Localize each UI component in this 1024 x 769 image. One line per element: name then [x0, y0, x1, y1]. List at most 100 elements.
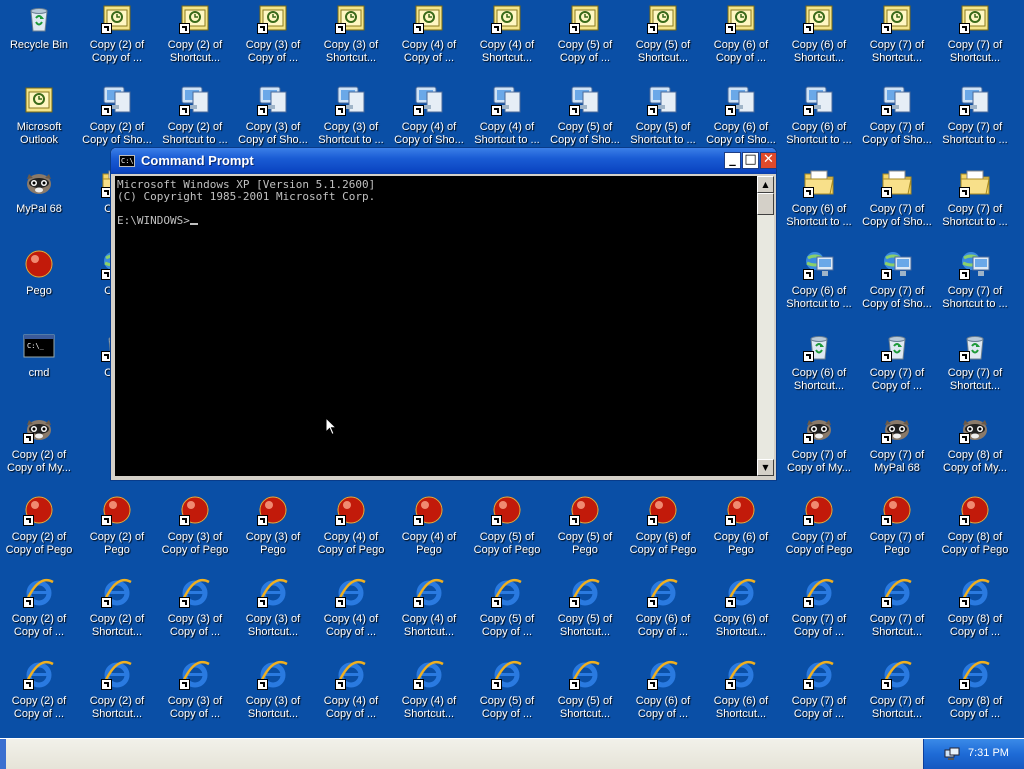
- desktop-icon-ie[interactable]: Copy (7) of Shortcut...: [858, 656, 936, 736]
- taskbar[interactable]: 7:31 PM: [0, 738, 1024, 769]
- desktop-icon-ie[interactable]: Copy (3) of Copy of ...: [156, 574, 234, 654]
- desktop-icon-ie[interactable]: Copy (2) of Copy of ...: [0, 574, 78, 654]
- desktop-icon-ie[interactable]: Copy (3) of Copy of ...: [156, 656, 234, 736]
- desktop-icon-outlook[interactable]: Copy (2) of Copy of ...: [78, 0, 156, 80]
- desktop-icon-ie[interactable]: Copy (2) of Copy of ...: [0, 656, 78, 736]
- desktop-icon-ie[interactable]: Copy (8) of Copy of ...: [936, 574, 1014, 654]
- shortcut-arrow-icon: [335, 679, 346, 690]
- console-prompt-line[interactable]: E:\WINDOWS>: [117, 215, 757, 227]
- desktop-icon-ie[interactable]: Copy (5) of Shortcut...: [546, 574, 624, 654]
- command-prompt-window[interactable]: C:\ Command Prompt _ □ ✕ Microsoft Windo…: [110, 147, 777, 481]
- desktop-icon-recycle[interactable]: Copy (7) of Shortcut...: [936, 328, 1014, 408]
- desktop-icon-ie[interactable]: Copy (6) of Copy of ...: [624, 656, 702, 736]
- desktop-icon-raccoon[interactable]: MyPal 68: [0, 164, 78, 244]
- desktop-icon-pego[interactable]: Pego: [0, 246, 78, 326]
- shortcut-arrow-icon: [959, 597, 970, 608]
- scroll-up-button[interactable]: ▲: [757, 176, 774, 193]
- desktop-icon-ie[interactable]: Copy (6) of Shortcut...: [702, 574, 780, 654]
- desktop-icon-network[interactable]: Copy (6) of Shortcut to ...: [780, 246, 858, 326]
- console-output[interactable]: Microsoft Windows XP [Version 5.1.2600] …: [115, 176, 757, 476]
- desktop-icon-ie[interactable]: Copy (3) of Shortcut...: [234, 656, 312, 736]
- desktop-icon-ie[interactable]: Copy (4) of Copy of ...: [312, 574, 390, 654]
- desktop-icon-network[interactable]: Copy (7) of Copy of Sho...: [858, 246, 936, 326]
- desktop-icon-ie[interactable]: Copy (7) of Copy of ...: [780, 574, 858, 654]
- desktop-icon-ie[interactable]: Copy (7) of Copy of ...: [780, 656, 858, 736]
- desktop-icon-recycle[interactable]: Copy (7) of Copy of ...: [858, 328, 936, 408]
- desktop-icon-ie[interactable]: Copy (8) of Copy of ...: [936, 656, 1014, 736]
- minimize-button[interactable]: _: [724, 152, 741, 169]
- desktop-icon-pego[interactable]: Copy (5) of Copy of Pego: [468, 492, 546, 572]
- desktop-icon-outlook[interactable]: Microsoft Outlook: [0, 82, 78, 162]
- desktop-icon-outlook[interactable]: Copy (6) of Shortcut...: [780, 0, 858, 80]
- desktop-icon-raccoon[interactable]: Copy (7) of MyPal 68: [858, 410, 936, 490]
- desktop-icon-network[interactable]: Copy (7) of Shortcut to ...: [936, 246, 1014, 326]
- desktop-icon-outlook[interactable]: Copy (2) of Shortcut...: [156, 0, 234, 80]
- desktop-icon-pego[interactable]: Copy (8) of Copy of Pego: [936, 492, 1014, 572]
- window-titlebar[interactable]: C:\ Command Prompt _ □ ✕: [111, 148, 777, 174]
- desktop-icon-ie[interactable]: Copy (4) of Shortcut...: [390, 574, 468, 654]
- desktop-icon-ie[interactable]: Copy (6) of Copy of ...: [624, 574, 702, 654]
- cmd-window-icon[interactable]: C:\: [119, 155, 135, 167]
- close-button[interactable]: ✕: [760, 152, 777, 169]
- ie-icon: [413, 658, 445, 690]
- desktop-icon-pego[interactable]: Copy (2) of Copy of Pego: [0, 492, 78, 572]
- desktop-icon-recycle[interactable]: Recycle Bin: [0, 0, 78, 80]
- clock[interactable]: 7:31 PM: [968, 747, 1009, 759]
- outlook-icon: [491, 2, 523, 34]
- desktop-icon-outlook[interactable]: Copy (6) of Copy of ...: [702, 0, 780, 80]
- desktop-icon-outlook[interactable]: Copy (7) of Shortcut...: [936, 0, 1014, 80]
- shortcut-arrow-icon: [491, 105, 502, 116]
- desktop-icon-folder[interactable]: Copy (6) of Shortcut to ...: [780, 164, 858, 244]
- desktop-icon-label: Copy (7) of Shortcut to ...: [942, 285, 1008, 310]
- desktop-icon-cmd[interactable]: C:\_ cmd: [0, 328, 78, 408]
- raccoon-icon: [23, 166, 55, 198]
- start-button-edge[interactable]: [0, 739, 6, 769]
- system-tray[interactable]: 7:31 PM: [923, 739, 1024, 769]
- desktop-icon-ie[interactable]: Copy (6) of Shortcut...: [702, 656, 780, 736]
- vertical-scrollbar[interactable]: ▲ ▼: [757, 176, 774, 476]
- desktop-icon-pego[interactable]: Copy (6) of Copy of Pego: [624, 492, 702, 572]
- desktop-icon-ie[interactable]: Copy (5) of Copy of ...: [468, 574, 546, 654]
- desktop-icon-ie[interactable]: Copy (2) of Shortcut...: [78, 574, 156, 654]
- desktop-icon-computer[interactable]: Copy (7) of Shortcut to ...: [936, 82, 1014, 162]
- desktop-icon-computer[interactable]: Copy (6) of Shortcut to ...: [780, 82, 858, 162]
- desktop-icon-ie[interactable]: Copy (2) of Shortcut...: [78, 656, 156, 736]
- desktop-icon-raccoon[interactable]: Copy (8) of Copy of My...: [936, 410, 1014, 490]
- desktop-icon-folder[interactable]: Copy (7) of Shortcut to ...: [936, 164, 1014, 244]
- desktop-icon-ie[interactable]: Copy (3) of Shortcut...: [234, 574, 312, 654]
- desktop-icon-recycle[interactable]: Copy (6) of Shortcut...: [780, 328, 858, 408]
- maximize-button[interactable]: □: [742, 152, 759, 169]
- desktop-icon-ie[interactable]: Copy (4) of Shortcut...: [390, 656, 468, 736]
- desktop-icon-outlook[interactable]: Copy (4) of Shortcut...: [468, 0, 546, 80]
- ie-icon: [491, 658, 523, 690]
- ie-icon: [101, 658, 133, 690]
- desktop-icon-ie[interactable]: Copy (4) of Copy of ...: [312, 656, 390, 736]
- desktop-icon-raccoon[interactable]: Copy (2) of Copy of My...: [0, 410, 78, 490]
- desktop-icon-pego[interactable]: Copy (4) of Copy of Pego: [312, 492, 390, 572]
- desktop-icon-outlook[interactable]: Copy (5) of Copy of ...: [546, 0, 624, 80]
- scroll-down-button[interactable]: ▼: [757, 459, 774, 476]
- desktop-icon-outlook[interactable]: Copy (7) of Shortcut...: [858, 0, 936, 80]
- network-tray-icon[interactable]: [944, 746, 960, 762]
- desktop-icon-pego[interactable]: Copy (4) of Pego: [390, 492, 468, 572]
- desktop-icon-ie[interactable]: Copy (5) of Copy of ...: [468, 656, 546, 736]
- desktop-icon-computer[interactable]: Copy (7) of Copy of Sho...: [858, 82, 936, 162]
- desktop-icon-pego[interactable]: Copy (3) of Pego: [234, 492, 312, 572]
- desktop-icon-raccoon[interactable]: Copy (7) of Copy of My...: [780, 410, 858, 490]
- desktop-icon-pego[interactable]: Copy (3) of Copy of Pego: [156, 492, 234, 572]
- desktop-icon-label: Copy (6) of Shortcut...: [791, 367, 847, 392]
- desktop-icon-folder[interactable]: Copy (7) of Copy of Sho...: [858, 164, 936, 244]
- desktop-icon-pego[interactable]: Copy (7) of Pego: [858, 492, 936, 572]
- desktop-icon-outlook[interactable]: Copy (3) of Shortcut...: [312, 0, 390, 80]
- scroll-thumb[interactable]: [757, 193, 774, 215]
- desktop-icon-pego[interactable]: Copy (5) of Pego: [546, 492, 624, 572]
- desktop-icon-outlook[interactable]: Copy (4) of Copy of ...: [390, 0, 468, 80]
- desktop-icon-outlook[interactable]: Copy (5) of Shortcut...: [624, 0, 702, 80]
- desktop-icon-ie[interactable]: Copy (5) of Shortcut...: [546, 656, 624, 736]
- desktop-icon-pego[interactable]: Copy (6) of Pego: [702, 492, 780, 572]
- desktop-icon-outlook[interactable]: Copy (3) of Copy of ...: [234, 0, 312, 80]
- computer-icon: [647, 84, 679, 116]
- desktop-icon-pego[interactable]: Copy (7) of Copy of Pego: [780, 492, 858, 572]
- desktop-icon-ie[interactable]: Copy (7) of Shortcut...: [858, 574, 936, 654]
- desktop-icon-pego[interactable]: Copy (2) of Pego: [78, 492, 156, 572]
